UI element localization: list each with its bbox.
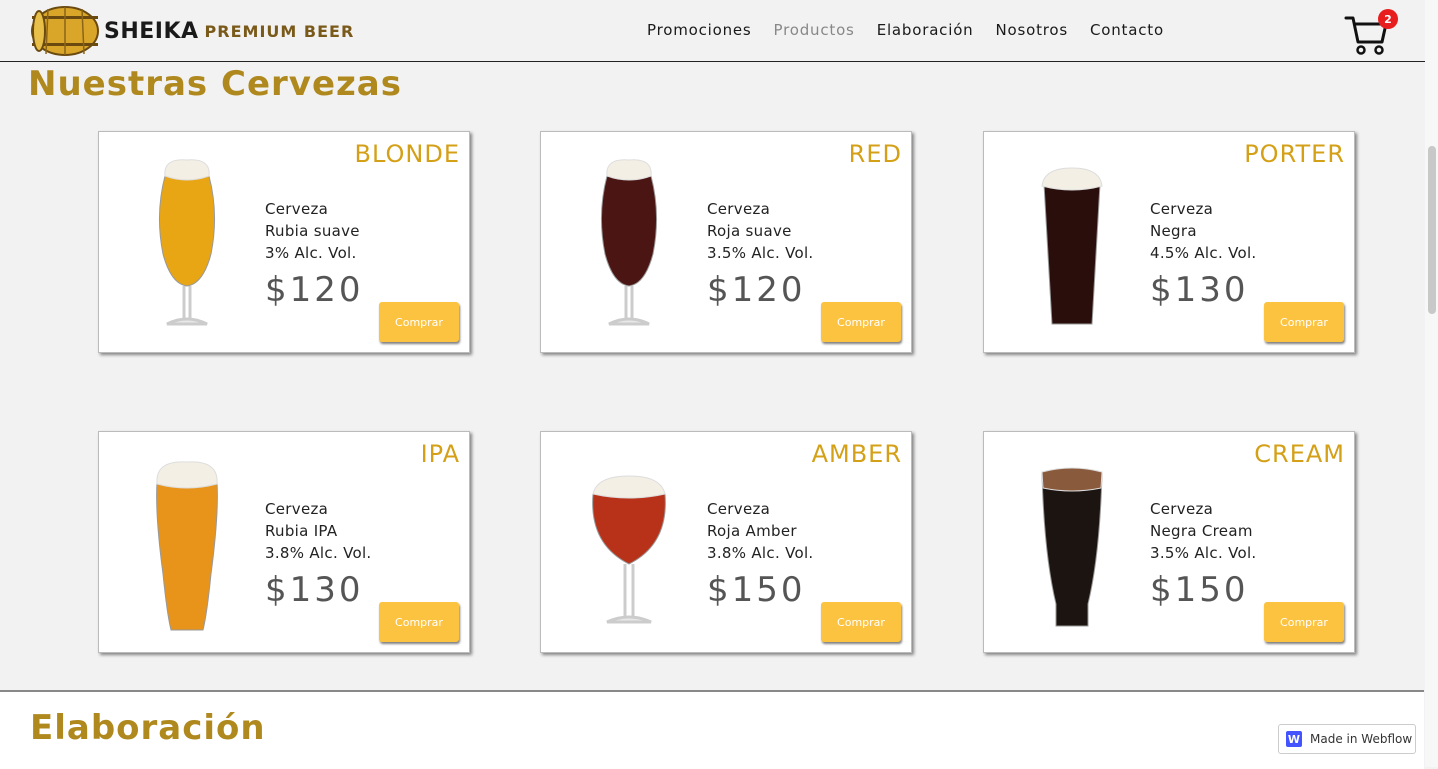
buy-button[interactable]: Comprar <box>1264 602 1344 642</box>
product-name: RED <box>848 140 902 168</box>
nav-link-nosotros[interactable]: Nosotros <box>984 21 1079 39</box>
product-abv: 3.8% Alc. Vol. <box>265 544 372 562</box>
product-description: Cerveza Negra 4.5% Alc. Vol. <box>1150 198 1257 264</box>
buy-button[interactable]: Comprar <box>379 302 459 342</box>
product-price: $120 <box>265 270 364 310</box>
buy-button[interactable]: Comprar <box>821 302 901 342</box>
buy-button[interactable]: Comprar <box>821 602 901 642</box>
product-description: Cerveza Roja suave 3.5% Alc. Vol. <box>707 198 814 264</box>
product-abv: 3.5% Alc. Vol. <box>707 244 814 262</box>
nav-link-promociones[interactable]: Promociones <box>636 21 763 39</box>
product-abv: 3.8% Alc. Vol. <box>707 544 814 562</box>
product-style: Rubia suave <box>265 222 360 240</box>
nav-menu: Promociones Productos Elaboración Nosotr… <box>636 0 1175 60</box>
product-card: IPA Cerveza Rubia IPA 3.8% Alc. Vol. $13… <box>98 431 470 653</box>
cart-button[interactable]: 2 <box>1344 8 1400 56</box>
beer-glass-icon <box>1041 467 1103 627</box>
product-price: $130 <box>1150 270 1249 310</box>
product-style: Rubia IPA <box>265 522 338 540</box>
page-scrollbar[interactable] <box>1425 0 1438 767</box>
products-section-title: Nuestras Cervezas <box>28 64 402 104</box>
product-name: IPA <box>420 440 460 468</box>
product-abv: 3.5% Alc. Vol. <box>1150 544 1257 562</box>
product-type: Cerveza <box>265 500 329 518</box>
beer-glass-icon <box>1041 167 1103 325</box>
product-description: Cerveza Rubia suave 3% Alc. Vol. <box>265 198 360 264</box>
product-abv: 4.5% Alc. Vol. <box>1150 244 1257 262</box>
brand-tagline: PREMIUM BEER <box>204 21 355 41</box>
webflow-logo-icon: W <box>1286 731 1302 747</box>
product-price: $150 <box>1150 570 1249 610</box>
nav-link-elaboracion[interactable]: Elaboración <box>866 21 985 39</box>
product-type: Cerveza <box>707 200 771 218</box>
product-type: Cerveza <box>707 500 771 518</box>
beer-glass-icon <box>600 159 658 326</box>
product-price: $150 <box>707 570 806 610</box>
webflow-badge-label: Made in Webflow <box>1310 732 1413 746</box>
barrel-icon <box>31 6 99 56</box>
product-description: Cerveza Negra Cream 3.5% Alc. Vol. <box>1150 498 1257 564</box>
product-abv: 3% Alc. Vol. <box>265 244 357 262</box>
elaboration-section-title: Elaboración <box>30 708 266 748</box>
made-in-webflow-badge[interactable]: W Made in Webflow <box>1278 724 1416 754</box>
product-name: BLONDE <box>354 140 460 168</box>
product-style: Roja suave <box>707 222 792 240</box>
brand-logo[interactable]: SHEIKA PREMIUM BEER <box>30 4 354 58</box>
product-card: AMBER Cerveza Roja Amber 3.8% Alc. Vol. … <box>540 431 912 653</box>
product-style: Negra <box>1150 222 1197 240</box>
product-style: Roja Amber <box>707 522 797 540</box>
product-name: PORTER <box>1244 140 1345 168</box>
product-type: Cerveza <box>1150 500 1214 518</box>
elaboration-section: Elaboración <box>0 690 1424 769</box>
product-card: RED Cerveza Roja suave 3.5% Alc. Vol. $1… <box>540 131 912 353</box>
navbar: SHEIKA PREMIUM BEER Promociones Producto… <box>0 0 1425 62</box>
product-type: Cerveza <box>1150 200 1214 218</box>
product-type: Cerveza <box>265 200 329 218</box>
beer-glass-icon <box>156 461 218 631</box>
product-card: PORTER Cerveza Negra 4.5% Alc. Vol. $130… <box>983 131 1355 353</box>
nav-link-contacto[interactable]: Contacto <box>1079 21 1175 39</box>
cart-count-badge: 2 <box>1378 9 1398 29</box>
beer-glass-icon <box>158 159 216 326</box>
nav-link-productos[interactable]: Productos <box>763 21 866 39</box>
brand-name: SHEIKA <box>104 18 199 44</box>
beer-glass-icon <box>592 475 666 624</box>
scrollbar-thumb[interactable] <box>1428 146 1436 314</box>
product-price: $120 <box>707 270 806 310</box>
product-price: $130 <box>265 570 364 610</box>
product-style: Negra Cream <box>1150 522 1253 540</box>
buy-button[interactable]: Comprar <box>379 602 459 642</box>
buy-button[interactable]: Comprar <box>1264 302 1344 342</box>
product-card: BLONDE Cerveza Rubia suave 3% Alc. Vol. … <box>98 131 470 353</box>
product-name: CREAM <box>1254 440 1345 468</box>
product-description: Cerveza Roja Amber 3.8% Alc. Vol. <box>707 498 814 564</box>
product-name: AMBER <box>811 440 902 468</box>
product-card: CREAM Cerveza Negra Cream 3.5% Alc. Vol.… <box>983 431 1355 653</box>
product-description: Cerveza Rubia IPA 3.8% Alc. Vol. <box>265 498 372 564</box>
